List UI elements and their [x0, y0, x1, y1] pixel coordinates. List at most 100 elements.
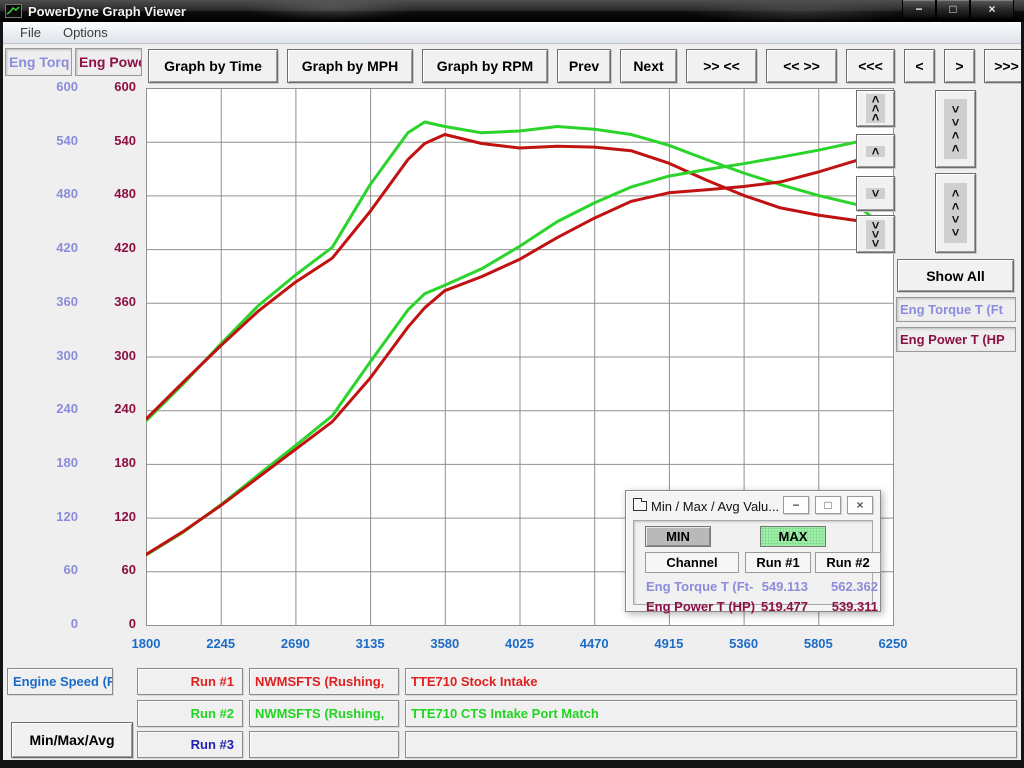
power-tick-label: 300 — [81, 348, 136, 363]
power-tick-label: 480 — [81, 186, 136, 201]
window-title: PowerDyne Graph Viewer — [28, 4, 186, 19]
rpm-tick-label: 2245 — [206, 636, 235, 651]
power-tick-label: 600 — [81, 79, 136, 94]
legend-description-field — [405, 731, 1017, 758]
minmax-avg-button[interactable]: Min/Max/Avg — [11, 722, 133, 758]
min-button[interactable]: MIN — [645, 526, 711, 547]
window-controls: − □ × — [902, 0, 1014, 19]
minmax-restore-button[interactable]: □ — [815, 496, 841, 514]
menu-bar: FileOptions — [3, 22, 1021, 44]
minmax-minimize-button[interactable]: − — [783, 496, 809, 514]
max-button[interactable]: MAX — [760, 526, 826, 547]
chevron-icon: ˅ — [866, 188, 886, 199]
minmax-column-header[interactable]: Run #1 — [745, 552, 811, 573]
minmax-run1-value: 519.477 — [745, 599, 808, 614]
legend-operator-field: NWMSFTS (Rushing, — [249, 700, 399, 727]
legend-description-field: TTE710 Stock Intake — [405, 668, 1017, 695]
legend-run-label: Run #1 — [137, 668, 243, 695]
power-tick-label: 240 — [81, 401, 136, 416]
minmax-column-header[interactable]: Channel — [645, 552, 739, 573]
torque-tick-label: 480 — [8, 186, 78, 201]
legend-run-label: Run #3 — [137, 731, 243, 758]
torque-tick-label: 600 — [8, 79, 78, 94]
torque-tick-label: 240 — [8, 401, 78, 416]
torque-tick-label: 300 — [8, 348, 78, 363]
minmax-run2-value: 562.362 — [815, 579, 878, 594]
rpm-tick-label: 4915 — [654, 636, 683, 651]
power-tick-label: 120 — [81, 509, 136, 524]
rpm-tick-label: 1800 — [132, 636, 161, 651]
show-all-button[interactable]: Show All — [897, 259, 1014, 292]
minmax-close-button[interactable]: × — [847, 496, 873, 514]
chevron-icon: ˅ ˅ ˄ ˄ — [944, 99, 968, 159]
title-bar: PowerDyne Graph Viewer − □ × — [0, 0, 1024, 22]
torque-tick-label: 360 — [8, 294, 78, 309]
client-area: Eng Torq Eng Powe Graph by Time Graph by … — [3, 44, 1021, 760]
maximize-button[interactable]: □ — [936, 0, 970, 19]
legend-operator-field — [249, 731, 399, 758]
scroll-button-tall[interactable]: ˅ ˅ ˄ ˄ — [935, 90, 976, 168]
legend-operator-field: NWMSFTS (Rushing, — [249, 668, 399, 695]
torque-channel-label: Eng Torque T (Ft — [896, 297, 1016, 322]
torque-tick-label: 0 — [8, 616, 78, 631]
power-tick-label: 180 — [81, 455, 136, 470]
power-tick-label: 420 — [81, 240, 136, 255]
scroll-button-small[interactable]: ˅ — [856, 176, 895, 211]
toolbar-button[interactable]: Next — [620, 49, 677, 83]
toolbar-button[interactable]: > — [944, 49, 975, 83]
power-tick-label: 360 — [81, 294, 136, 309]
torque-tick-label: 120 — [8, 509, 78, 524]
toolbar-button[interactable]: <<< — [846, 49, 895, 83]
minmax-channel-name: Eng Torque T (Ft- — [646, 579, 753, 594]
scroll-button-small[interactable]: ˅ ˅ ˅ — [856, 215, 895, 253]
torque-axis-header: Eng Torq — [5, 48, 72, 76]
power-channel-label: Eng Power T (HP — [896, 327, 1016, 352]
torque-tick-label: 540 — [8, 133, 78, 148]
rpm-tick-label: 5360 — [729, 636, 758, 651]
x-channel-label: Engine Speed (RI — [7, 668, 113, 695]
rpm-tick-label: 2690 — [281, 636, 310, 651]
toolbar-button[interactable]: << >> — [766, 49, 837, 83]
folder-icon — [633, 501, 647, 511]
scroll-button-small[interactable]: ˄ ˄ ˄ — [856, 90, 895, 127]
torque-tick-label: 60 — [8, 562, 78, 577]
toolbar-button[interactable]: Graph by RPM — [422, 49, 548, 83]
minimize-button[interactable]: − — [902, 0, 936, 19]
minmax-column-header[interactable]: Run #2 — [815, 552, 881, 573]
rpm-tick-label: 3580 — [430, 636, 459, 651]
menu-item-options[interactable]: Options — [52, 23, 119, 42]
chevron-icon: ˄ — [866, 146, 886, 157]
minmax-run2-value: 539.311 — [815, 599, 878, 614]
chevron-icon: ˄ ˄ ˄ — [866, 94, 886, 123]
scroll-button-small[interactable]: ˄ — [856, 134, 895, 168]
torque-tick-label: 180 — [8, 455, 78, 470]
minmax-values-window[interactable]: Min / Max / Avg Valu... − □ × MIN MAX Ch… — [625, 490, 881, 612]
rpm-tick-label: 4025 — [505, 636, 534, 651]
chevron-icon: ˄ ˄ ˅ ˅ — [944, 183, 968, 243]
menu-item-file[interactable]: File — [9, 23, 52, 42]
power-axis-header: Eng Powe — [75, 48, 142, 76]
close-button[interactable]: × — [970, 0, 1014, 19]
toolbar-button[interactable]: >> << — [686, 49, 757, 83]
rpm-tick-label: 5805 — [804, 636, 833, 651]
toolbar-button[interactable]: Graph by MPH — [287, 49, 413, 83]
power-tick-label: 540 — [81, 133, 136, 148]
rpm-tick-label: 3135 — [356, 636, 385, 651]
toolbar-button[interactable]: Graph by Time — [148, 49, 278, 83]
legend-run-label: Run #2 — [137, 700, 243, 727]
power-tick-label: 0 — [81, 616, 136, 631]
toolbar-button[interactable]: >>> — [984, 49, 1021, 83]
minmax-window-title: Min / Max / Avg Valu... — [651, 499, 779, 514]
toolbar-button[interactable]: < — [904, 49, 935, 83]
legend-description-field: TTE710 CTS Intake Port Match — [405, 700, 1017, 727]
chevron-icon: ˅ ˅ ˅ — [866, 220, 886, 249]
scroll-button-tall[interactable]: ˄ ˄ ˅ ˅ — [935, 173, 976, 253]
minmax-body: MIN MAX ChannelRun #1Run #2Eng Torque T … — [633, 520, 873, 605]
minmax-title-bar[interactable]: Min / Max / Avg Valu... − □ × — [629, 494, 877, 518]
minmax-channel-name: Eng Power T (HP) — [646, 599, 755, 614]
minmax-run1-value: 549.113 — [745, 579, 808, 594]
rpm-tick-label: 4470 — [580, 636, 609, 651]
app-icon — [5, 4, 22, 18]
toolbar-button[interactable]: Prev — [557, 49, 611, 83]
power-tick-label: 60 — [81, 562, 136, 577]
